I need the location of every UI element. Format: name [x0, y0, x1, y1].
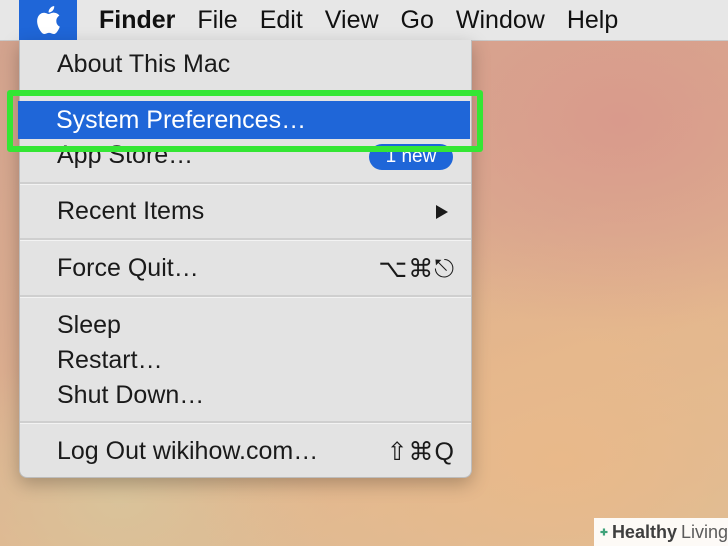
menu-item-label: About This Mac	[57, 50, 231, 78]
watermark: Healthy Living	[594, 518, 728, 546]
menu-separator	[20, 182, 471, 185]
menu-item-restart[interactable]: Restart…	[20, 343, 471, 378]
annotation-highlight-box	[7, 90, 483, 152]
menu-item-label: Recent Items	[57, 197, 205, 225]
force-quit-shortcut: ⌥⌘⎋	[378, 254, 455, 283]
plus-logo-icon	[600, 528, 608, 536]
menu-item-label: Sleep	[57, 311, 121, 339]
menu-item-shut-down[interactable]: Shut Down…	[20, 378, 471, 413]
apple-menu-button[interactable]	[19, 0, 77, 40]
menu-item-recent-items[interactable]: Recent Items	[20, 194, 471, 229]
menu-finder[interactable]: Finder	[99, 6, 175, 35]
menu-item-force-quit[interactable]: Force Quit… ⌥⌘⎋	[20, 251, 471, 286]
menu-window[interactable]: Window	[456, 6, 545, 35]
menu-item-log-out[interactable]: Log Out wikihow.com… ⇧⌘Q	[20, 434, 471, 469]
watermark-brand-bold: Healthy	[611, 521, 677, 542]
log-out-shortcut: ⇧⌘Q	[386, 437, 455, 466]
submenu-arrow-icon	[436, 204, 448, 219]
menu-separator	[20, 295, 471, 298]
apple-icon	[37, 6, 60, 35]
menu-file[interactable]: File	[197, 6, 237, 35]
menu-view[interactable]: View	[325, 6, 379, 35]
menu-bar: Finder File Edit View Go Window Help	[0, 0, 728, 41]
menu-item-about-this-mac[interactable]: About This Mac	[20, 47, 471, 82]
menu-item-label: Shut Down…	[57, 381, 205, 409]
menu-separator	[20, 238, 471, 241]
menu-item-label: Force Quit…	[57, 254, 199, 282]
menu-item-label: Restart…	[57, 346, 163, 374]
menu-go[interactable]: Go	[401, 6, 434, 35]
menu-edit[interactable]: Edit	[260, 6, 303, 35]
menu-help[interactable]: Help	[567, 6, 618, 35]
menu-item-sleep[interactable]: Sleep	[20, 308, 471, 343]
watermark-brand: Living	[680, 521, 728, 542]
menu-separator	[20, 421, 471, 424]
menu-item-label: Log Out wikihow.com…	[57, 437, 319, 465]
